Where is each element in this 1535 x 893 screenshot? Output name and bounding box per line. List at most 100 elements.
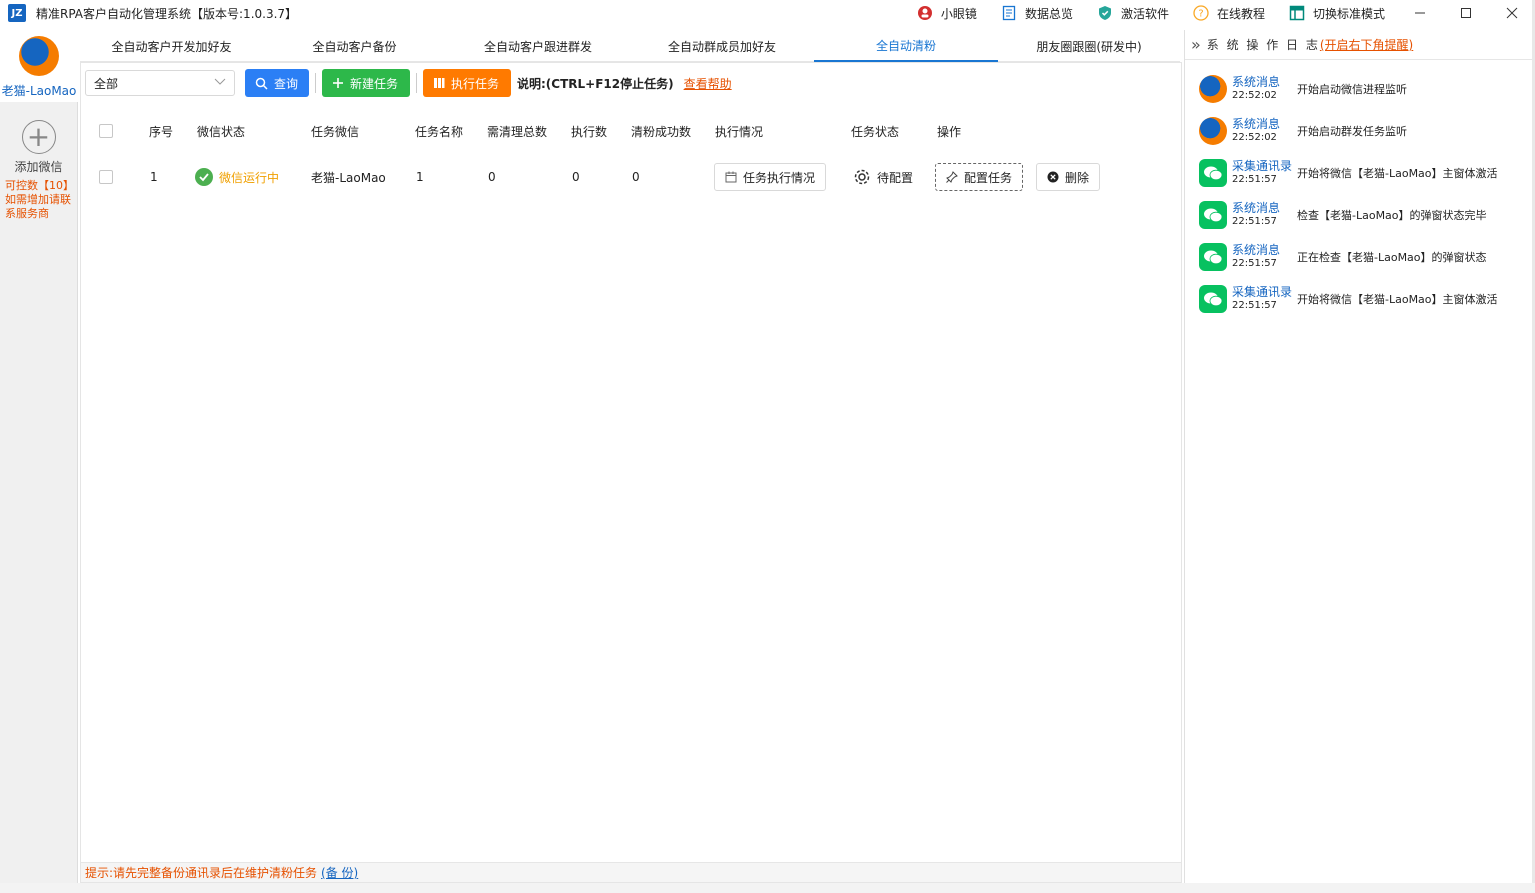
user-circle-icon bbox=[917, 5, 933, 21]
header-task-name: 任务名称 bbox=[415, 124, 464, 139]
run-task-button[interactable]: 执行任务 bbox=[423, 69, 511, 97]
delete-label: 删除 bbox=[1065, 170, 1090, 185]
new-task-button[interactable]: 新建任务 bbox=[322, 69, 410, 97]
double-chevron-right-icon[interactable]: » bbox=[1191, 35, 1201, 54]
task-status-text: 待配置 bbox=[877, 170, 914, 185]
title-actions: 小眼镜 数据总览 激活软件 ? 在线教程 切换标准模式 bbox=[917, 0, 1385, 26]
app-logo-icon bbox=[1199, 75, 1227, 103]
tab-customer-add-friend[interactable]: 全自动客户开发加好友 bbox=[80, 30, 263, 62]
check-circle-icon bbox=[195, 168, 213, 186]
wx-status-badge: 微信运行中 bbox=[195, 168, 279, 186]
query-label: 查询 bbox=[274, 76, 299, 91]
log-time: 22:52:02 bbox=[1232, 90, 1277, 101]
log-type: 系统消息 bbox=[1232, 75, 1281, 89]
log-message: 检查【老猫-LaoMao】的弹窗状态完毕 bbox=[1297, 209, 1487, 222]
header-executed: 执行数 bbox=[571, 124, 608, 139]
activate-button[interactable]: 激活软件 bbox=[1097, 5, 1169, 22]
hint-text: 提示:请先完整备份通讯录后在维护清粉任务 bbox=[85, 866, 318, 880]
data-overview-button[interactable]: 数据总览 bbox=[1001, 5, 1073, 22]
log-message: 开始启动群发任务监听 bbox=[1297, 125, 1407, 138]
table-row: 1 微信运行中 老猫-LaoMao 1 0 0 0 任务执行情况 待配置 配置任… bbox=[81, 157, 1181, 197]
log-header: » 系 统 操 作 日 志 (开启右下角提醒) bbox=[1185, 30, 1532, 60]
enable-reminder-link[interactable]: (开启右下角提醒) bbox=[1320, 36, 1413, 53]
gear-icon bbox=[854, 169, 870, 185]
run-task-label: 执行任务 bbox=[451, 76, 500, 91]
header-index: 序号 bbox=[149, 124, 174, 139]
plus-icon bbox=[333, 78, 343, 88]
close-icon bbox=[1506, 7, 1518, 19]
header-task-status: 任务状态 bbox=[851, 124, 900, 139]
exec-detail-button[interactable]: 任务执行情况 bbox=[714, 163, 827, 191]
log-panel: » 系 统 操 作 日 志 (开启右下角提醒) 系统消息 22:52:02 开始启… bbox=[1184, 30, 1532, 883]
add-wechat-button[interactable]: + 添加微信 bbox=[0, 120, 77, 175]
row-checkbox[interactable] bbox=[99, 170, 113, 184]
row-success: 0 bbox=[632, 170, 640, 184]
log-message: 开始将微信【老猫-LaoMao】主窗体激活 bbox=[1297, 293, 1498, 306]
toolbar: 全部 查询 新建任务 执行任务 说明:(CTRL+F12停止任务) 查看帮助 bbox=[85, 69, 732, 97]
shield-icon bbox=[1097, 5, 1113, 21]
account-item[interactable]: 老猫-LaoMao bbox=[0, 30, 78, 102]
list-item: 系统消息 22:52:02 开始启动微信进程监听 bbox=[1199, 68, 1532, 110]
switch-mode-button[interactable]: 切换标准模式 bbox=[1289, 5, 1385, 22]
xiaoyanjing-button[interactable]: 小眼镜 bbox=[917, 5, 977, 22]
select-all-checkbox[interactable] bbox=[99, 124, 113, 138]
header-actions: 操作 bbox=[937, 124, 962, 139]
list-item: 系统消息 22:51:57 正在检查【老猫-LaoMao】的弹窗状态 bbox=[1199, 236, 1532, 278]
tutorial-label: 在线教程 bbox=[1216, 6, 1265, 21]
account-name: 老猫-LaoMao bbox=[1, 84, 77, 98]
wechat-icon bbox=[1199, 159, 1227, 187]
task-table: 序号 微信状态 任务微信 任务名称 需清理总数 执行数 清粉成功数 执行情况 任… bbox=[81, 103, 1181, 863]
chevron-down-icon bbox=[214, 78, 226, 89]
log-time: 22:51:57 bbox=[1232, 300, 1277, 311]
xiaoyanjing-label: 小眼镜 bbox=[940, 6, 977, 21]
minimize-icon bbox=[1415, 12, 1425, 14]
header-task-wx: 任务微信 bbox=[311, 124, 360, 139]
calendar-icon bbox=[725, 171, 737, 183]
list-item: 采集通讯录 22:51:57 开始将微信【老猫-LaoMao】主窗体激活 bbox=[1199, 278, 1532, 320]
backup-link[interactable]: (备 份) bbox=[321, 864, 358, 881]
filter-select[interactable]: 全部 bbox=[85, 70, 235, 96]
tab-moments-follow[interactable]: 朋友圈跟圈(研发中) bbox=[998, 30, 1180, 62]
row-task-name: 1 bbox=[416, 170, 424, 184]
avatar bbox=[19, 36, 59, 76]
list-item: 系统消息 22:51:57 检查【老猫-LaoMao】的弹窗状态完毕 bbox=[1199, 194, 1532, 236]
tab-group-add-friend[interactable]: 全自动群成员加好友 bbox=[630, 30, 814, 62]
row-executed: 0 bbox=[572, 170, 580, 184]
table-header: 序号 微信状态 任务微信 任务名称 需清理总数 执行数 清粉成功数 执行情况 任… bbox=[81, 113, 1181, 149]
row-task-wx: 老猫-LaoMao bbox=[311, 170, 386, 185]
log-time: 22:51:57 bbox=[1232, 216, 1277, 227]
log-time: 22:52:02 bbox=[1232, 132, 1277, 143]
maximize-button[interactable] bbox=[1443, 0, 1489, 26]
help-link[interactable]: 查看帮助 bbox=[684, 75, 732, 92]
svg-text:?: ? bbox=[1198, 9, 1203, 20]
config-task-button[interactable]: 配置任务 bbox=[935, 163, 1024, 191]
tab-auto-clean[interactable]: 全自动清粉 bbox=[814, 30, 998, 62]
log-type: 系统消息 bbox=[1232, 201, 1281, 215]
log-list: 系统消息 22:52:02 开始启动微信进程监听 系统消息 22:52:02 开始启… bbox=[1185, 60, 1532, 320]
divider bbox=[416, 73, 417, 93]
close-button[interactable] bbox=[1489, 0, 1535, 26]
hint-bar: 提示:请先完整备份通讯录后在维护清粉任务 (备 份) bbox=[81, 862, 1181, 882]
tab-customer-followup[interactable]: 全自动客户跟进群发 bbox=[446, 30, 630, 62]
list-item: 采集通讯录 22:51:57 开始将微信【老猫-LaoMao】主窗体激活 bbox=[1199, 152, 1532, 194]
log-type: 采集通讯录 bbox=[1232, 159, 1293, 173]
data-overview-label: 数据总览 bbox=[1024, 6, 1073, 21]
exec-detail-label: 任务执行情况 bbox=[743, 170, 816, 185]
tutorial-button[interactable]: ? 在线教程 bbox=[1193, 5, 1265, 22]
header-exec-detail: 执行情况 bbox=[715, 124, 764, 139]
task-status[interactable]: 待配置 bbox=[853, 168, 913, 186]
tab-customer-backup[interactable]: 全自动客户备份 bbox=[263, 30, 446, 62]
feature-tabs: 全自动客户开发加好友 全自动客户备份 全自动客户跟进群发 全自动群成员加好友 全… bbox=[80, 30, 1180, 62]
row-index: 1 bbox=[150, 170, 158, 184]
query-button[interactable]: 查询 bbox=[245, 69, 309, 97]
delete-button[interactable]: 删除 bbox=[1036, 163, 1100, 191]
document-icon bbox=[1001, 5, 1017, 21]
columns-icon bbox=[434, 78, 445, 88]
header-total: 需清理总数 bbox=[487, 124, 548, 139]
minimize-button[interactable] bbox=[1397, 0, 1443, 26]
maximize-icon bbox=[1461, 8, 1471, 18]
pin-icon bbox=[946, 171, 958, 183]
app-logo-icon bbox=[1199, 117, 1227, 145]
wechat-icon bbox=[1199, 201, 1227, 229]
log-type: 系统消息 bbox=[1232, 243, 1281, 257]
